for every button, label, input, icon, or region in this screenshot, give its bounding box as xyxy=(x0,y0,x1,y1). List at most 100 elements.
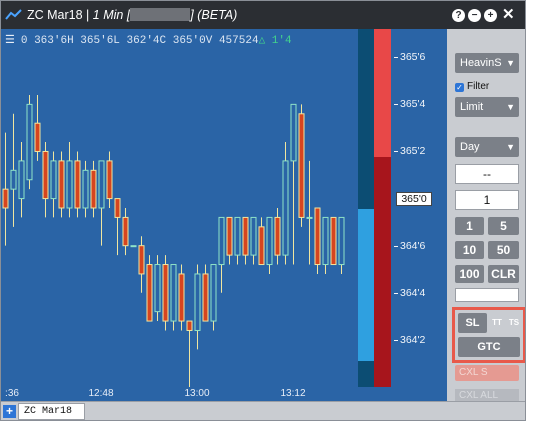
bar-up xyxy=(154,264,161,313)
bar-down xyxy=(74,160,81,209)
add-tab-button[interactable]: + xyxy=(3,405,16,418)
bar-up xyxy=(18,160,25,200)
bar-down xyxy=(242,216,249,256)
price-tick-label: 365'4 xyxy=(393,98,426,111)
qty-50-button[interactable]: 50 xyxy=(488,241,519,259)
bar-up xyxy=(250,216,257,256)
time-label: 13:00 xyxy=(184,388,210,399)
title-interval: 1 Min [ xyxy=(92,8,131,22)
tab-zc-mar18[interactable]: ZC Mar18 xyxy=(18,403,85,420)
bar-up xyxy=(194,273,201,331)
redacted-block xyxy=(130,8,191,21)
price-field[interactable]: -- xyxy=(455,164,519,184)
last-price-marker: 365'0 xyxy=(396,191,432,206)
qty-1-button[interactable]: 1 xyxy=(455,217,484,235)
order-panel: HeavinS ▼ ✓ Filter Limit ▼ Day ▼ -- 1 1 5 10… xyxy=(447,29,525,409)
bar-up xyxy=(322,216,329,266)
trailing-stop-button[interactable]: TS xyxy=(506,313,522,333)
title-suffix: ] (BETA) xyxy=(190,8,238,22)
bar-up xyxy=(82,169,89,209)
account-dropdown[interactable]: HeavinS ▼ xyxy=(455,53,519,73)
bar-down xyxy=(314,207,321,266)
gtc-button[interactable]: GTC xyxy=(458,337,520,357)
bar-up xyxy=(26,103,33,181)
bar-up xyxy=(170,264,177,322)
bar-up xyxy=(10,169,17,190)
bar-up xyxy=(218,216,225,266)
bar-up xyxy=(50,160,57,200)
qty-5-button[interactable]: 5 xyxy=(488,217,519,235)
maximize-button[interactable]: + xyxy=(484,9,497,22)
menu-icon[interactable]: ☰ xyxy=(5,33,15,47)
bar-down xyxy=(226,216,233,256)
bar-chart-canvas[interactable] xyxy=(1,29,358,387)
duration-value: Day xyxy=(460,141,480,153)
bar-down xyxy=(90,169,97,209)
chevron-down-icon: ▼ xyxy=(506,58,515,68)
duration-dropdown[interactable]: Day ▼ xyxy=(455,137,519,157)
quote-high: 365'6L xyxy=(80,35,120,47)
title-symbol: ZC Mar18 xyxy=(27,8,83,22)
bar-up xyxy=(234,216,241,256)
clear-qty-button[interactable]: CLR xyxy=(488,265,519,283)
highlighted-order-options: SL TT TS GTC xyxy=(452,307,525,363)
quote-change: △ 1'4 xyxy=(258,35,292,47)
bar-up xyxy=(306,216,313,219)
close-button[interactable]: ✕ xyxy=(502,7,515,22)
filter-label: Filter xyxy=(467,81,490,92)
stop-loss-button[interactable]: SL xyxy=(458,313,487,333)
quote-close: 365'0V xyxy=(172,35,213,47)
bar-down xyxy=(114,198,121,218)
price-tick-label: 365'2 xyxy=(393,145,426,158)
quote-change-value: 1'4 xyxy=(271,35,292,47)
minimize-button[interactable]: − xyxy=(468,9,481,22)
quote-open: 0 363'6H xyxy=(20,35,74,47)
bar-down xyxy=(298,113,305,218)
title-bar[interactable]: ZC Mar18 | 1 Min [] (BETA) ? − + ✕ xyxy=(1,1,525,29)
price-tick-label: 364'6 xyxy=(393,239,426,252)
trailing-target-button[interactable]: TT xyxy=(489,313,505,333)
trading-window: ZC Mar18 | 1 Min [] (BETA) ? − + ✕ ☰ 0 36… xyxy=(0,0,526,421)
order-type-dropdown[interactable]: Limit ▼ xyxy=(455,97,519,117)
account-value: HeavinS xyxy=(460,57,502,69)
ask-depth-bar xyxy=(374,29,391,157)
bar-up xyxy=(282,160,289,256)
quantity-field[interactable]: 1 xyxy=(455,190,519,210)
bar-down xyxy=(58,160,65,209)
price-tick-label: 364'4 xyxy=(393,286,426,299)
quote-volume: 457524 xyxy=(218,35,259,47)
bar-down xyxy=(162,264,169,322)
ask-depth-bar xyxy=(374,157,391,387)
filter-checkbox[interactable]: ✓ Filter xyxy=(455,81,489,92)
bar-up xyxy=(130,245,137,248)
bar-down xyxy=(42,150,49,200)
tab-bar: + ZC Mar18 xyxy=(1,401,525,420)
bar-down xyxy=(330,216,337,266)
cancel-sells-button[interactable]: CXL S xyxy=(455,365,519,381)
bar-down xyxy=(122,216,129,247)
blank-field[interactable] xyxy=(455,288,519,302)
bar-down xyxy=(178,273,185,322)
time-label: 12:48 xyxy=(88,388,114,399)
checkmark-icon: ✓ xyxy=(455,83,464,92)
price-tick-label: 365'6 xyxy=(393,51,426,64)
bar-down xyxy=(186,320,193,331)
help-button[interactable]: ? xyxy=(452,9,465,22)
bar-up xyxy=(266,216,273,266)
bar-down xyxy=(146,264,153,322)
chart-logo-icon xyxy=(5,9,22,20)
bid-depth-bar xyxy=(358,29,374,209)
bar-down xyxy=(106,160,113,200)
bar-down xyxy=(2,188,9,209)
bar-down xyxy=(274,216,281,256)
time-axis: :36 12:48 13:00 13:12 xyxy=(1,387,447,401)
bar-up xyxy=(210,264,217,322)
window-title: ZC Mar18 | 1 Min [] (BETA) xyxy=(27,8,238,22)
price-ladder[interactable]: 365'6 365'4 365'2 364'6 364'4 364'2 365'0 xyxy=(358,29,447,387)
price-chart[interactable]: ☰ 0 363'6H 365'6L 362'4C 365'0V 457524△ 1… xyxy=(1,29,358,387)
chevron-down-icon: ▼ xyxy=(506,102,515,112)
qty-10-button[interactable]: 10 xyxy=(455,241,484,259)
qty-100-button[interactable]: 100 xyxy=(455,265,484,283)
quote-line: ☰ 0 363'6H 365'6L 362'4C 365'0V 457524△ 1… xyxy=(5,33,292,47)
time-label: 13:12 xyxy=(280,388,306,399)
